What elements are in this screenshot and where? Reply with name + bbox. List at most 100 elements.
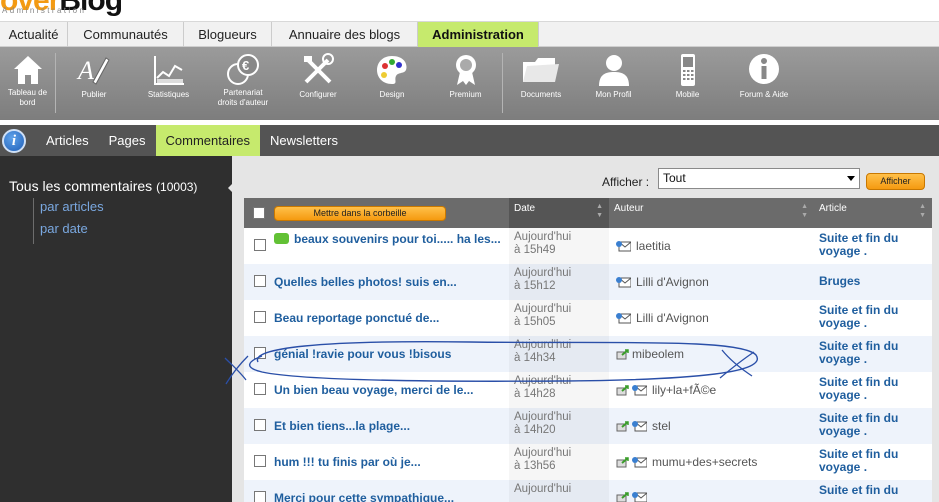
row-checkbox[interactable] [254,491,266,502]
row-checkbox[interactable] [254,347,266,359]
filter-select[interactable]: Tout [658,168,860,189]
comment-article[interactable]: Suite et fin du voyage . [819,448,929,474]
sort-icon[interactable]: ▲ ▼ [919,202,926,220]
mobile-icon [670,52,706,88]
comment-title[interactable]: Merci pour cette sympathique... [274,491,509,502]
comment-article[interactable]: Suite et fin du voyage . [819,412,929,438]
comment-date: Aujourd'hui à 13h56 [514,447,571,473]
tool-tableau-de-bord[interactable]: Tableau de bord [0,47,55,120]
tool-publier[interactable]: A Publier [56,47,132,120]
filter-selected-value: Tout [663,171,686,185]
comment-title[interactable]: génial !ravie pour vous !bisous [274,347,509,362]
date-day: Aujourd'hui [514,339,572,351]
table-row[interactable]: Quelles belles photos! suis en... Aujour… [244,264,932,300]
row-checkbox[interactable] [254,239,266,251]
comment-author[interactable]: mumu+des+secrets [616,455,757,469]
trash-button[interactable]: Mettre dans la corbeille [274,206,446,221]
row-checkbox[interactable] [254,455,266,467]
table-row[interactable]: Et bien tiens...la plage... Aujourd'hui à… [244,408,932,444]
link-par-date[interactable]: par date [40,221,88,236]
tab-communautes[interactable]: Communautés [68,22,184,47]
tab-blogueurs[interactable]: Blogueurs [184,22,272,47]
column-header-article-label: Article [819,203,847,214]
tool-configurer[interactable]: Configurer [281,47,355,120]
select-all-checkbox[interactable] [253,207,265,219]
comment-title[interactable]: Quelles belles photos! suis en... [274,275,509,290]
info-icon[interactable]: i [2,128,26,153]
euro-icon: € [225,52,261,88]
tool-statistiques[interactable]: Statistiques [132,47,205,120]
comment-article[interactable]: Suite et fin du voyage . [819,376,929,402]
date-time: à 14h34 [514,352,556,364]
date-time: à 15h12 [514,280,556,292]
subtab-commentaires[interactable]: Commentaires [155,125,261,156]
comment-date: Aujourd'hui à 14h28 [514,375,571,401]
table-row[interactable]: Beau reportage ponctué de... Aujourd'hui… [244,300,932,336]
tab-administration[interactable]: Administration [418,22,539,47]
comment-article[interactable]: Suite et fin du voyage . [819,304,929,330]
table-row[interactable]: Merci pour cette sympathique... Aujourd'… [244,480,932,502]
sort-icon[interactable]: ▲ ▼ [596,202,603,220]
comment-bubble-icon [274,233,289,244]
date-day: Aujourd'hui [514,303,572,315]
comment-author[interactable]: mibeolem [616,347,684,361]
tool-label: Premium [449,90,482,99]
column-header-article[interactable]: Article ▲ ▼ [814,198,932,228]
tab-annuaire[interactable]: Annuaire des blogs [272,22,418,47]
app-root: overBlog Administration Actualité Commun… [0,0,939,502]
tool-label: Publier [81,90,107,99]
table-row[interactable]: hum !!! tu finis par où je... Aujourd'hu… [244,444,932,480]
author-name: Lilli d'Avignon [636,311,709,325]
comment-title[interactable]: beaux souvenirs pour toi..... ha les... [274,232,509,247]
comment-article[interactable]: Suite et fin du voyage . [819,340,929,366]
logo-strip: overBlog Administration [0,0,939,21]
comment-author[interactable]: laetitia [616,239,671,253]
row-checkbox[interactable] [254,419,266,431]
svg-text:A: A [76,56,94,85]
mail-user-icon [632,456,648,468]
comment-date: Aujourd'hui à 14h34 [514,339,571,365]
comment-article[interactable]: Suite et fin du voyage . [819,232,929,258]
subtab-newsletters[interactable]: Newsletters [260,125,348,156]
author-name: mumu+des+secrets [652,455,758,469]
tool-label: Statistiques [147,90,190,99]
column-header-date[interactable]: Date ▲ ▼ [509,198,609,228]
comment-author[interactable]: Lilli d'Avignon [616,275,709,289]
row-checkbox[interactable] [254,383,266,395]
tool-partenariat[interactable]: € Partenariat droits d'auteur [205,47,281,120]
date-day: Aujourd'hui [514,375,572,387]
afficher-button[interactable]: Afficher [866,173,925,190]
tool-documents[interactable]: Documents [503,47,579,120]
tool-mon-profil[interactable]: Mon Profil [579,47,648,120]
subtab-articles[interactable]: Articles [36,125,99,156]
comment-title[interactable]: Beau reportage ponctué de... [274,311,509,326]
comment-title[interactable]: Un bien beau voyage, merci de le... [274,383,509,398]
tool-mobile[interactable]: Mobile [648,47,727,120]
row-checkbox[interactable] [254,275,266,287]
comment-title[interactable]: hum !!! tu finis par où je... [274,455,509,470]
table-row[interactable]: beaux souvenirs pour toi..... ha les... … [244,228,932,264]
sidebar-title[interactable]: Tous les commentaires (10003) [9,178,197,194]
tool-premium[interactable]: Premium [429,47,502,120]
comment-author[interactable] [616,491,652,502]
row-checkbox[interactable] [254,311,266,323]
link-par-articles[interactable]: par articles [40,199,104,214]
tool-design[interactable]: Design [355,47,429,120]
table-row[interactable]: génial !ravie pour vous !bisous Aujourd'… [244,336,932,372]
comment-article[interactable]: Suite et fin du [819,484,929,497]
subtab-pages[interactable]: Pages [99,125,156,156]
tab-actualite[interactable]: Actualité [0,22,68,47]
comment-article[interactable]: Bruges [819,275,929,288]
comments-table: Mettre dans la corbeille Date ▲ ▼ Auteur … [244,198,932,502]
column-header-author[interactable]: Auteur ▲ ▼ [609,198,814,228]
comment-author[interactable]: stel [616,419,671,433]
mail-user-icon [616,240,632,252]
sort-icon[interactable]: ▲ ▼ [801,202,808,220]
table-row[interactable]: Un bien beau voyage, merci de le... Aujo… [244,372,932,408]
comment-author[interactable]: Lilli d'Avignon [616,311,709,325]
sidebar: Tous les commentaires (10003) par articl… [0,156,237,502]
comment-title[interactable]: Et bien tiens...la plage... [274,419,509,434]
home-icon [10,52,46,88]
tool-forum-aide[interactable]: Forum & Aide [727,47,801,120]
comment-author[interactable]: lily+la+fÃ©e [616,383,716,397]
